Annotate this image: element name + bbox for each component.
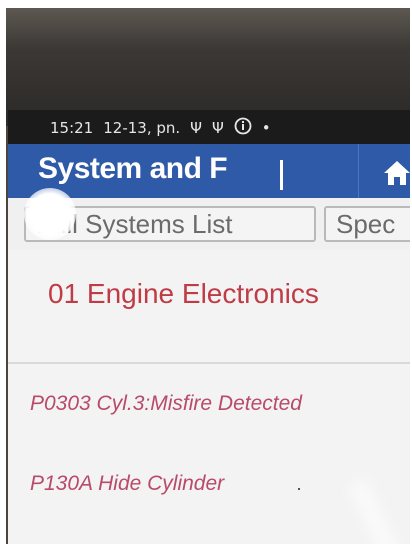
status-bar: 15:21 12-13, pn. Ψ Ψ • — [8, 110, 410, 146]
divider — [8, 362, 410, 364]
home-icon — [384, 161, 410, 185]
app-bar-divider — [358, 144, 359, 200]
home-button[interactable] — [382, 158, 410, 188]
tab-special[interactable]: Spec — [324, 206, 410, 242]
screen-speck — [298, 488, 300, 490]
system-list: 01 Engine Electronics P0303 Cyl.3:Misfir… — [8, 250, 410, 544]
usb-debug-icon: Ψ — [211, 119, 224, 137]
title-truncation-mark — [280, 160, 283, 190]
system-header-engine[interactable]: 01 Engine Electronics — [48, 278, 319, 310]
phone-bezel — [6, 8, 410, 126]
status-date: 12-13, pn. — [103, 119, 181, 137]
info-icon — [234, 117, 252, 139]
phone-screen: 15:21 12-13, pn. Ψ Ψ • System and F Full… — [8, 110, 410, 544]
phone-device: 15:21 12-13, pn. Ψ Ψ • System and F Full… — [6, 8, 410, 544]
dtc-item[interactable]: P0303 Cyl.3:Misfire Detected — [30, 392, 302, 416]
usb-icon: Ψ — [190, 119, 202, 137]
page-title: System and F — [38, 152, 228, 185]
app-bar: System and F — [8, 144, 410, 200]
dot-icon: • — [261, 119, 271, 137]
dtc-item[interactable]: P130A Hide Cylinder — [30, 472, 224, 496]
camera-flash-reflection — [24, 188, 76, 240]
status-time: 15:21 — [50, 119, 94, 137]
